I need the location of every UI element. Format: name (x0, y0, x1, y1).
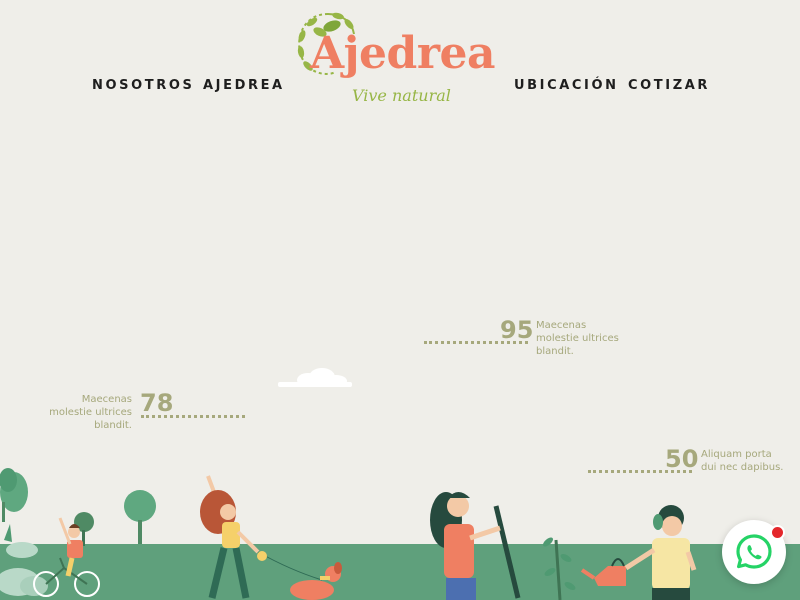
nav-link-ubicacion[interactable]: UBICACIÓN (514, 78, 619, 93)
stat-dotted-line (141, 415, 245, 418)
nav-link-nosotros[interactable]: NOSOTROS (92, 78, 194, 93)
stat-value: 95 (500, 316, 534, 344)
notification-dot (770, 525, 785, 540)
cloud-illustration (278, 368, 352, 387)
stat-description: Maecenas molestie ultrices blandit. (536, 320, 619, 357)
logo-tagline: Vive natural (352, 86, 451, 105)
stat-value: 78 (140, 389, 174, 417)
stat-description: Maecenas molestie ultrices blandit. (49, 394, 132, 431)
park-illustration (0, 468, 697, 600)
nav-link-cotizar[interactable]: COTIZAR (628, 78, 710, 93)
nav-link-ajedrea[interactable]: AJEDREA (203, 78, 285, 93)
brand-logo[interactable]: Ajedrea Vive natural (292, 8, 512, 112)
logo-wordmark: Ajedrea (310, 28, 496, 79)
